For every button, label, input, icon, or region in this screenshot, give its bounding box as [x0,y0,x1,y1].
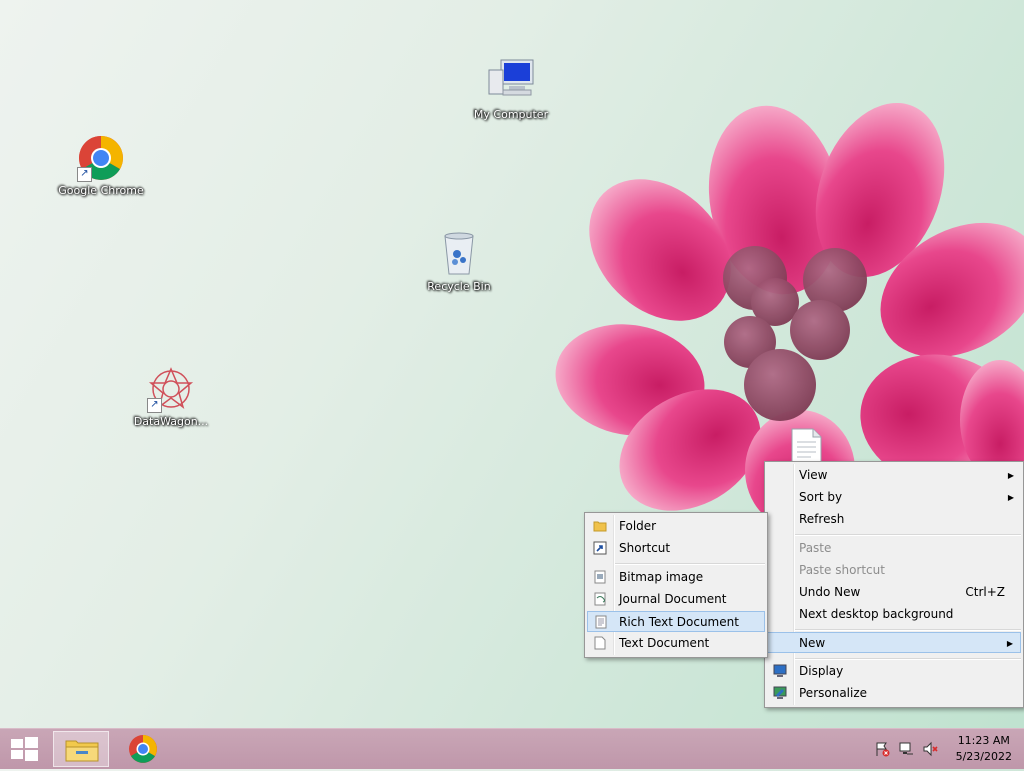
menu-item-label: Bitmap image [619,570,704,584]
windows-start-icon [11,737,38,761]
clock-time: 11:23 AM [957,734,1010,747]
submenu-arrow-icon: ▶ [1007,471,1014,480]
rich-text-document-icon [594,615,608,629]
submenu-item-folder[interactable]: Folder [587,516,765,537]
desktop-icon-label: Google Chrome [58,184,144,197]
menu-item-shortcut: Ctrl+Z [965,585,1005,599]
shortcut-icon [593,541,607,555]
menu-separator [795,534,1021,536]
menu-separator [795,658,1021,660]
submenu-item-shortcut[interactable]: Shortcut [587,538,765,559]
menu-item-label: New [799,636,826,650]
taskbar-clock[interactable]: 11:23 AM 5/23/2022 [956,733,1012,765]
menu-item-label: Refresh [799,512,845,526]
menu-item-refresh[interactable]: Refresh [767,509,1021,530]
menu-item-label: Undo New [799,585,861,599]
menu-item-label: Text Document [619,636,710,650]
volume-muted-icon[interactable] [922,741,938,757]
recycle-bin-icon [435,230,483,278]
wallpaper-flower [555,102,1024,520]
menu-item-label: Paste [799,541,832,555]
network-icon[interactable] [898,741,914,757]
menu-separator [615,563,765,565]
menu-item-label: Journal Document [619,592,727,606]
menu-item-label: Shortcut [619,541,671,555]
menu-separator [795,629,1021,631]
folder-icon [593,519,607,533]
file-explorer-icon [65,740,99,762]
desktop-context-menu: View ▶ Sort by ▶ Refresh Paste Paste sho… [764,461,1024,708]
desktop-icon-recycle-bin[interactable]: Recycle Bin [414,230,504,294]
bitmap-icon [593,570,607,584]
desktop-icon-my-computer[interactable]: My Computer [466,58,556,122]
personalize-icon [773,686,787,700]
menu-item-next-background[interactable]: Next desktop background [767,604,1021,625]
datawagon-icon: ↗ [147,365,195,413]
start-button[interactable] [4,731,44,767]
menu-item-label: Personalize [799,686,868,700]
desktop-icon-label: My Computer [473,108,549,121]
desktop-icon-label: Recycle Bin [427,280,491,293]
submenu-arrow-icon: ▶ [1007,493,1014,502]
menu-item-label: Display [799,664,844,678]
menu-item-view[interactable]: View ▶ [767,465,1021,486]
taskbar-chrome[interactable] [118,731,168,767]
menu-item-personalize[interactable]: Personalize [767,683,1021,704]
menu-item-display[interactable]: Display [767,661,1021,682]
menu-item-label: Next desktop background [799,607,954,621]
journal-icon [593,592,607,606]
submenu-item-journal[interactable]: Journal Document [587,589,765,610]
submenu-item-text[interactable]: Text Document [587,633,765,654]
taskbar-file-explorer[interactable] [53,731,109,767]
menu-item-undo-new[interactable]: Undo New Ctrl+Z [767,582,1021,603]
desktop-icon-chrome[interactable]: ↗ Google Chrome [56,134,146,198]
shortcut-arrow-icon: ↗ [77,167,92,182]
action-center-flag-icon[interactable] [874,741,890,757]
computer-icon [487,58,535,106]
menu-item-label: Paste shortcut [799,563,885,577]
submenu-arrow-icon: ▶ [1006,639,1013,648]
display-icon [773,664,787,678]
menu-item-label: View [799,468,828,482]
chrome-icon [129,735,157,763]
menu-item-paste-shortcut[interactable]: Paste shortcut [767,560,1021,581]
taskbar: 11:23 AM 5/23/2022 [0,728,1024,769]
menu-item-label: Sort by [799,490,843,504]
clock-date: 5/23/2022 [955,750,1012,763]
menu-item-paste[interactable]: Paste [767,538,1021,559]
new-submenu: Folder Shortcut Bitmap image Journal Doc… [584,512,768,658]
submenu-item-bitmap[interactable]: Bitmap image [587,567,765,588]
new-document-icon[interactable] [789,428,823,464]
text-document-icon [593,636,607,650]
desktop-icon-datawagon[interactable]: ↗ DataWagon... [126,365,216,429]
menu-item-label: Rich Text Document [619,615,739,629]
submenu-item-rich-text[interactable]: Rich Text Document [587,611,765,632]
menu-item-sort-by[interactable]: Sort by ▶ [767,487,1021,508]
menu-item-new[interactable]: New ▶ [767,632,1021,653]
shortcut-arrow-icon: ↗ [147,398,162,413]
menu-item-label: Folder [619,519,657,533]
chrome-icon: ↗ [77,134,125,182]
desktop-icon-label: DataWagon... [133,415,209,428]
